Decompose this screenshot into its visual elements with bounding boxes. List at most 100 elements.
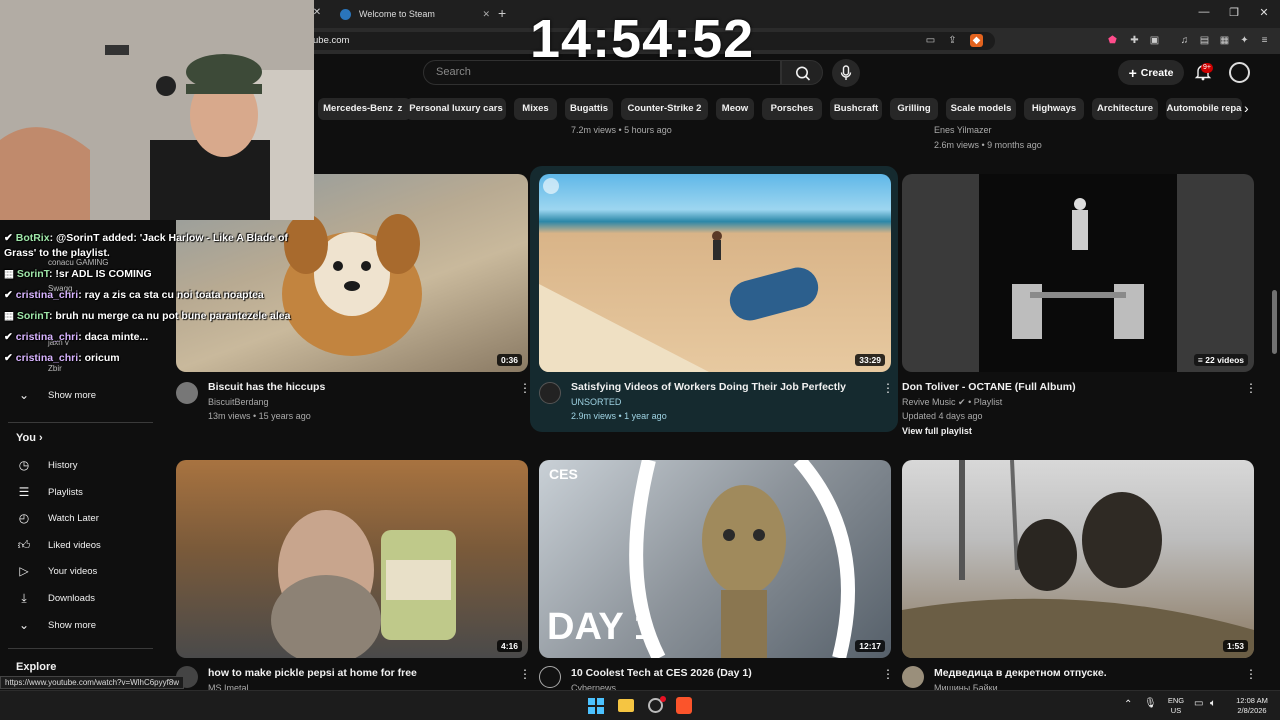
leo-icon[interactable]: ✦ bbox=[1238, 34, 1251, 47]
file-explorer-icon[interactable] bbox=[618, 699, 634, 712]
view-full-playlist-link[interactable]: View full playlist bbox=[902, 426, 972, 436]
extensions-icon[interactable]: ✚ bbox=[1128, 34, 1141, 47]
chip[interactable]: Automobile repa bbox=[1166, 98, 1242, 120]
video-thumbnail[interactable]: CES DAY 1 12:17 bbox=[539, 460, 891, 658]
playlist-thumbnail[interactable]: ≡ 22 videos bbox=[902, 174, 1254, 372]
video-title[interactable]: Don Toliver - OCTANE (Full Album) bbox=[902, 381, 1076, 393]
chip[interactable]: Bushcraft bbox=[830, 98, 882, 120]
wallet-icon[interactable]: ▦ bbox=[1218, 34, 1231, 47]
search-button[interactable] bbox=[781, 60, 823, 85]
tab-steam[interactable]: Welcome to Steam ✕ bbox=[330, 3, 500, 25]
tray-chevron-icon[interactable]: ⌃ bbox=[1124, 700, 1132, 710]
scrollbar[interactable] bbox=[1272, 290, 1277, 354]
sidebar-item-liked-videos[interactable]: 👍︎ Liked videos bbox=[0, 532, 160, 558]
tab-close-icon[interactable]: ✕ bbox=[482, 9, 490, 20]
chip[interactable]: Meow bbox=[716, 98, 754, 120]
channel-name[interactable]: Enes Yilmazer bbox=[934, 125, 992, 135]
media-icon[interactable]: ▣ bbox=[1148, 34, 1161, 47]
share-icon[interactable]: ⇪ bbox=[946, 34, 959, 47]
play-square-icon: ▷ bbox=[19, 564, 29, 578]
day-1-label: DAY 1 bbox=[547, 606, 655, 648]
chevron-down-icon: ⌄ bbox=[18, 388, 30, 402]
sidebar-item-your-videos[interactable]: ▷ Your videos bbox=[0, 558, 160, 584]
chip[interactable]: Grilling bbox=[890, 98, 938, 120]
new-tab-icon[interactable]: + bbox=[498, 5, 506, 21]
volume-icon[interactable]: 🔈︎ bbox=[1210, 699, 1216, 709]
chip[interactable]: Bugattis bbox=[565, 98, 613, 120]
video-thumbnail[interactable]: 1:53 bbox=[902, 460, 1254, 658]
cast-icon[interactable]: ▭ bbox=[924, 34, 937, 47]
video-title[interactable]: Медведица в декретном отпуске. bbox=[934, 667, 1107, 679]
playlist-count: ≡ 22 videos bbox=[1193, 354, 1248, 366]
video-title[interactable]: Biscuit has the hiccups bbox=[208, 381, 325, 393]
create-label: Create bbox=[1140, 66, 1174, 79]
ces-logo: CES bbox=[549, 466, 578, 482]
screen: ✕ Welcome to Steam ✕ + — ❐ ✕ ube.com ▭ ⇪… bbox=[0, 0, 1280, 720]
chevron-right-icon: › bbox=[39, 432, 43, 444]
more-options-icon[interactable]: ⋮ bbox=[519, 667, 531, 681]
sidebar-icon[interactable]: ▤ bbox=[1198, 34, 1211, 47]
more-options-icon[interactable]: ⋮ bbox=[1245, 381, 1257, 395]
link-status-url: https://www.youtube.com/watch?v=WlhC6pyy… bbox=[0, 676, 185, 689]
show-more-you[interactable]: ⌄ Show more bbox=[0, 612, 160, 638]
maximize-icon[interactable]: ❐ bbox=[1224, 6, 1244, 19]
subscription-item[interactable]: conacu GAMING bbox=[48, 258, 108, 267]
chip[interactable]: Porsches bbox=[762, 98, 822, 120]
windows-start-icon[interactable] bbox=[588, 698, 604, 714]
taskbar-clock[interactable]: 12:08 AM 2/8/2026 bbox=[1230, 696, 1274, 716]
brave-shields-icon[interactable]: ◆ bbox=[970, 34, 983, 47]
video-duration: 33:29 bbox=[855, 354, 885, 366]
video-title[interactable]: 10 Coolest Tech at CES 2026 (Day 1) bbox=[571, 667, 752, 679]
chip[interactable]: Architecture bbox=[1092, 98, 1158, 120]
extension-shield-icon[interactable]: ⬟ bbox=[1106, 34, 1119, 47]
window-close-icon[interactable]: ✕ bbox=[1254, 6, 1274, 19]
chip[interactable]: Mixes bbox=[514, 98, 557, 120]
subscription-item[interactable]: Swagg bbox=[48, 284, 72, 293]
video-title[interactable]: how to make pickle pepsi at home for fre… bbox=[208, 667, 417, 679]
show-more-subscriptions[interactable]: ⌄ Show more bbox=[0, 382, 160, 408]
sidebar-item-playlists[interactable]: ☰ Playlists bbox=[0, 479, 160, 505]
microphone-tray-icon[interactable]: 🎙︎ bbox=[1144, 699, 1157, 709]
chip[interactable]: Personal luxury cars bbox=[406, 98, 506, 120]
beach-workers-image bbox=[539, 178, 819, 372]
voice-search-button[interactable] bbox=[832, 59, 860, 87]
playlists-icon: ☰ bbox=[18, 485, 30, 499]
menu-icon[interactable]: ≡ bbox=[1258, 34, 1271, 47]
video-thumbnail[interactable]: 33:29 bbox=[539, 174, 891, 372]
music-icon[interactable]: ♫ bbox=[1178, 34, 1191, 47]
you-section-heading[interactable]: You › bbox=[16, 432, 43, 444]
channel-name[interactable]: UNSORTED bbox=[571, 397, 621, 407]
language-indicator[interactable]: ENG US bbox=[1164, 696, 1188, 716]
channel-avatar[interactable] bbox=[176, 382, 198, 404]
windows-taskbar: ⌃ 🎙︎ ENG US ▭ 🔈︎ 12:08 AM 2/8/2026 bbox=[0, 690, 1280, 720]
chip[interactable]: Mercedes-Benz bbox=[318, 98, 398, 120]
channel-avatar[interactable] bbox=[539, 382, 561, 404]
account-avatar[interactable] bbox=[1229, 62, 1250, 83]
network-icon[interactable]: ▭ bbox=[1194, 699, 1203, 709]
chip[interactable]: Counter-Strike 2 bbox=[621, 98, 708, 120]
subscription-item[interactable]: Zbir bbox=[48, 364, 62, 373]
more-options-icon[interactable]: ⋮ bbox=[882, 381, 894, 395]
brave-browser-icon[interactable] bbox=[676, 697, 692, 714]
channel-avatar[interactable] bbox=[902, 666, 924, 688]
chip[interactable]: Scale models bbox=[946, 98, 1016, 120]
channel-name[interactable]: Revive Music ✔ • Playlist bbox=[902, 397, 1002, 408]
video-duration: 1:53 bbox=[1222, 640, 1248, 652]
sidebar-item-downloads[interactable]: ⤓ Downloads bbox=[0, 585, 160, 611]
channel-name[interactable]: BiscuitBerdang bbox=[208, 397, 269, 407]
chip[interactable]: Highways bbox=[1024, 98, 1084, 120]
chevron-right-icon[interactable]: › bbox=[1244, 100, 1249, 116]
sidebar-item-history[interactable]: ◷ History bbox=[0, 452, 160, 478]
minimize-icon[interactable]: — bbox=[1194, 6, 1214, 18]
channel-avatar[interactable] bbox=[539, 666, 561, 688]
create-button[interactable]: + Create bbox=[1118, 60, 1184, 85]
sidebar-item-watch-later[interactable]: ◴ Watch Later bbox=[0, 505, 160, 531]
album-cover-image bbox=[979, 174, 1177, 372]
mic-icon bbox=[840, 65, 852, 80]
subscription-item[interactable]: jaxn v bbox=[48, 338, 69, 347]
notification-count-badge: 9+ bbox=[1201, 63, 1213, 73]
more-options-icon[interactable]: ⋮ bbox=[1245, 667, 1257, 681]
more-options-icon[interactable]: ⋮ bbox=[882, 667, 894, 681]
video-thumbnail[interactable]: 4:16 bbox=[176, 460, 528, 658]
video-title[interactable]: Satisfying Videos of Workers Doing Their… bbox=[571, 381, 846, 393]
